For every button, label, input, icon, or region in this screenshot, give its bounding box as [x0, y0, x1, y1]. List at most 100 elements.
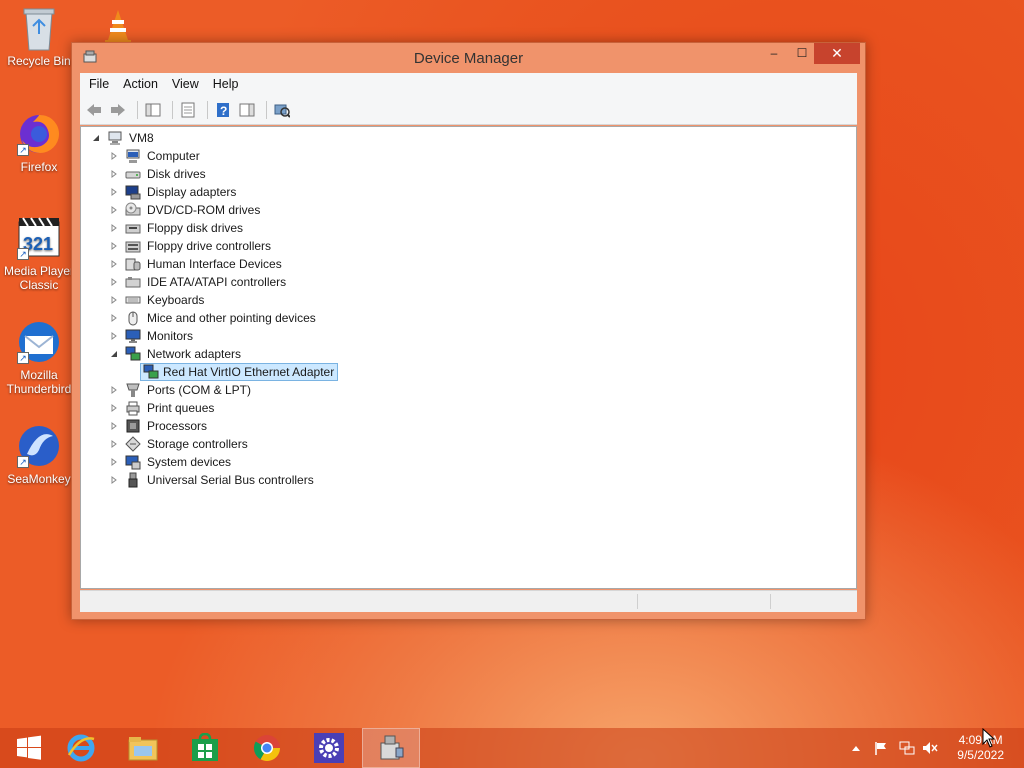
tree-category-label: Storage controllers: [147, 437, 248, 451]
clock[interactable]: 4:09 AM 9/5/2022: [957, 733, 1004, 763]
tree-root[interactable]: VM8: [91, 129, 154, 147]
expand-triangle-icon[interactable]: [109, 187, 119, 197]
desktop-icon-seamonkey[interactable]: ↗ SeaMonkey: [0, 424, 78, 486]
scan-hardware-icon: [274, 104, 290, 118]
tree-device[interactable]: Red Hat VirtIO Ethernet Adapter: [140, 363, 339, 381]
desktop-icon-media-player-classic[interactable]: 321 ↗ Media Player Classic: [0, 216, 78, 292]
expand-triangle-icon[interactable]: [109, 457, 119, 467]
close-button[interactable]: ✕: [814, 43, 860, 64]
tree-category-label: Computer: [147, 149, 200, 163]
help-button[interactable]: ?: [213, 100, 233, 120]
properties-button[interactable]: [178, 100, 198, 120]
storage-controller-icon: [125, 436, 141, 452]
action-pane-icon: [239, 103, 255, 116]
tree-category[interactable]: Floppy disk drives: [109, 219, 243, 237]
back-button[interactable]: [84, 100, 104, 120]
taskbar-control-panel[interactable]: [300, 728, 358, 768]
start-button[interactable]: [0, 728, 58, 768]
disk-drive-icon: [125, 171, 141, 179]
desktop-icon-recycle-bin[interactable]: Recycle Bin: [0, 6, 78, 68]
system-device-icon: [125, 455, 141, 470]
tree-category[interactable]: Disk drives: [109, 165, 206, 183]
expand-triangle-icon[interactable]: [109, 421, 119, 431]
show-hidden-icons-button[interactable]: [851, 728, 861, 768]
media-player-classic-icon: 321 ↗: [17, 216, 61, 260]
tree-category[interactable]: System devices: [109, 453, 231, 471]
tree-category[interactable]: DVD/CD-ROM drives: [109, 201, 260, 219]
tree-category-label: Monitors: [147, 329, 194, 343]
tree-category[interactable]: Mice and other pointing devices: [109, 309, 316, 327]
tree-category[interactable]: Monitors: [109, 327, 193, 345]
tree-category[interactable]: Ports (COM & LPT): [109, 381, 251, 399]
action-center-flag[interactable]: [874, 728, 888, 768]
taskbar: 4:09 AM 9/5/2022: [0, 728, 1024, 768]
menu-view[interactable]: View: [172, 77, 199, 91]
network-status[interactable]: [899, 728, 915, 768]
toolbar-separator: [172, 100, 173, 119]
expand-triangle-icon[interactable]: [109, 403, 119, 413]
tree-category[interactable]: Display adapters: [109, 183, 236, 201]
expand-triangle-icon[interactable]: [109, 241, 119, 251]
expand-triangle-icon[interactable]: [109, 277, 119, 287]
action-pane-button[interactable]: [237, 100, 257, 120]
expand-triangle-icon[interactable]: [109, 439, 119, 449]
keyboard-icon: [125, 296, 141, 304]
expand-triangle-icon[interactable]: [109, 169, 119, 179]
expand-triangle-icon[interactable]: [109, 205, 119, 215]
collapse-triangle-icon[interactable]: [109, 349, 119, 359]
expand-triangle-icon[interactable]: [109, 259, 119, 269]
expand-triangle-icon[interactable]: [109, 313, 119, 323]
firefox-icon: ↗: [17, 112, 61, 156]
title-bar[interactable]: Device Manager – ☐ ✕: [72, 43, 865, 73]
monitor-icon: [125, 329, 141, 343]
menu-action[interactable]: Action: [123, 77, 158, 91]
expand-triangle-icon[interactable]: [109, 223, 119, 233]
tree-category[interactable]: Storage controllers: [109, 435, 248, 453]
expand-triangle-icon[interactable]: [109, 295, 119, 305]
tree-category[interactable]: Processors: [109, 417, 207, 435]
tree-category[interactable]: Floppy drive controllers: [109, 237, 271, 255]
tree-category[interactable]: IDE ATA/ATAPI controllers: [109, 273, 286, 291]
desktop-icon-thunderbird[interactable]: ↗ Mozilla Thunderbird: [0, 320, 78, 396]
tree-category-label: Display adapters: [147, 185, 237, 199]
internet-explorer-icon: [67, 734, 95, 762]
tree-category-label: Floppy disk drives: [147, 221, 244, 235]
taskbar-file-explorer[interactable]: [114, 728, 172, 768]
desktop-icon-vlc[interactable]: [79, 6, 157, 42]
forward-button[interactable]: [108, 100, 128, 120]
desktop-icon-label: SeaMonkey: [7, 472, 71, 486]
expand-triangle-icon[interactable]: [109, 151, 119, 161]
volume-control[interactable]: [922, 728, 938, 768]
taskbar-device-manager[interactable]: [362, 728, 420, 768]
properties-icon: [181, 102, 195, 117]
selected-device-item[interactable]: Red Hat VirtIO Ethernet Adapter: [140, 363, 339, 381]
store-icon: [192, 733, 218, 761]
taskbar-chrome[interactable]: [238, 728, 296, 768]
tree-category[interactable]: Universal Serial Bus controllers: [109, 471, 314, 489]
tree-category-label: Mice and other pointing devices: [147, 311, 316, 325]
expand-triangle-icon[interactable]: [109, 475, 119, 485]
display-adapter-icon: [125, 185, 141, 200]
collapse-triangle-icon[interactable]: [91, 133, 101, 143]
taskbar-internet-explorer[interactable]: [52, 728, 110, 768]
tree-category-label: Disk drives: [147, 167, 206, 181]
tree-category[interactable]: Computer: [109, 147, 200, 165]
scan-hardware-changes-button[interactable]: [272, 100, 292, 120]
tree-category[interactable]: Keyboards: [109, 291, 204, 309]
desktop-icon-firefox[interactable]: ↗ Firefox: [0, 112, 78, 174]
expand-triangle-icon[interactable]: [109, 331, 119, 341]
taskbar-store[interactable]: [176, 728, 234, 768]
minimize-button[interactable]: –: [760, 43, 788, 64]
floppy-controller-icon: [125, 241, 141, 253]
show-hide-console-tree-button[interactable]: [143, 100, 163, 120]
menu-help[interactable]: Help: [213, 77, 239, 91]
shortcut-arrow-icon: ↗: [17, 144, 29, 156]
device-tree-pane[interactable]: VM8 Computer Disk drives Display adapters D…: [80, 126, 857, 589]
expand-triangle-icon[interactable]: [109, 385, 119, 395]
tree-category[interactable]: Network adapters: [109, 345, 241, 363]
tree-category[interactable]: Human Interface Devices: [109, 255, 282, 273]
maximize-button[interactable]: ☐: [788, 43, 816, 64]
tree-category[interactable]: Print queues: [109, 399, 214, 417]
seamonkey-icon: ↗: [17, 424, 61, 468]
menu-file[interactable]: File: [89, 77, 109, 91]
